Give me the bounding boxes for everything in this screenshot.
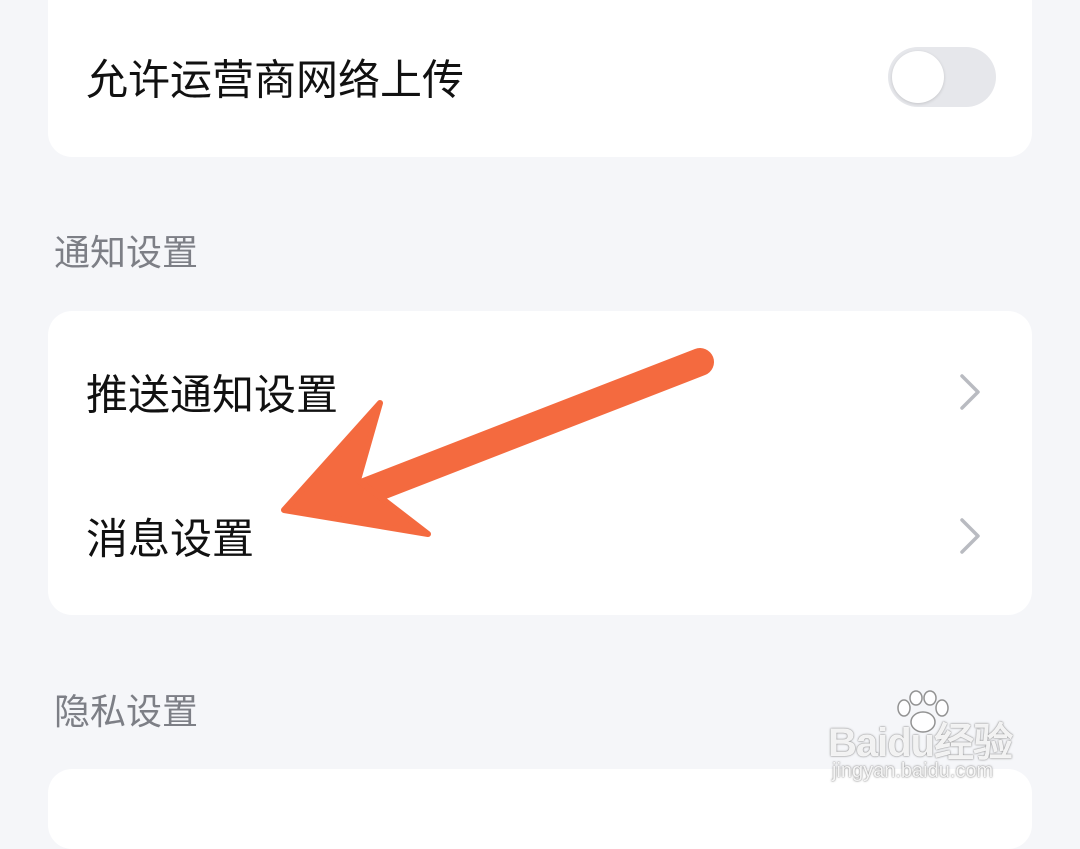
allow-carrier-upload-label: 允许运营商网络上传 — [86, 55, 465, 105]
watermark-url: jingyan.baidu.com — [832, 760, 994, 782]
section-title-notification: 通知设置 — [54, 233, 199, 274]
push-notification-settings-label: 推送通知设置 — [86, 370, 339, 420]
notification-settings-card: 推送通知设置 消息设置 — [48, 311, 1032, 615]
message-settings-label: 消息设置 — [86, 514, 255, 564]
baidu-jingyan-watermark: Baidu经验 jingyan.baidu.com — [826, 690, 1036, 790]
chevron-right-icon — [960, 374, 980, 410]
chevron-right-icon — [960, 518, 980, 554]
network-settings-card: 允许运营商网络上传 — [48, 0, 1032, 157]
section-title-privacy: 隐私设置 — [54, 692, 199, 733]
push-notification-settings-row[interactable]: 推送通知设置 — [48, 337, 1032, 447]
allow-carrier-upload-toggle[interactable] — [888, 47, 996, 107]
toggle-knob — [892, 51, 944, 103]
allow-carrier-upload-row[interactable]: 允许运营商网络上传 — [48, 22, 1032, 132]
message-settings-row[interactable]: 消息设置 — [48, 481, 1032, 591]
